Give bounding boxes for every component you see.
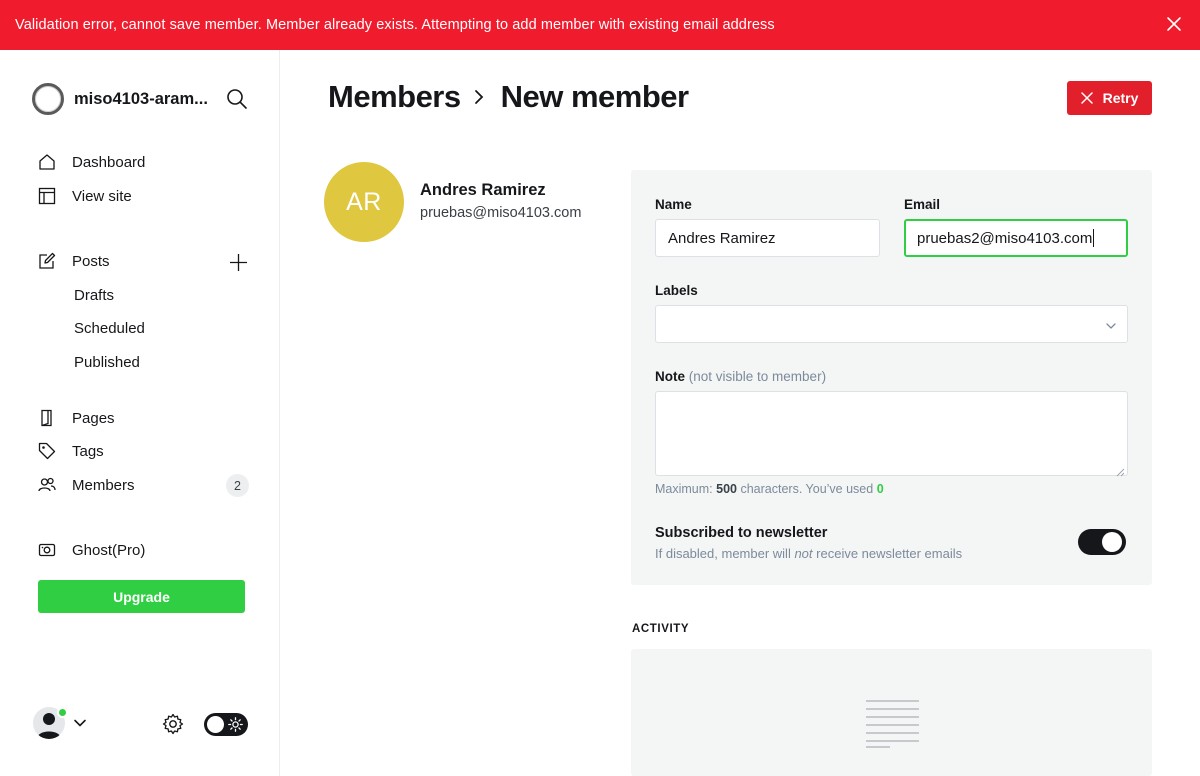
activity-panel: [631, 649, 1152, 776]
note-hint: (not visible to member): [688, 369, 827, 384]
max-count: 500: [716, 482, 737, 496]
name-field[interactable]: Andres Ramirez: [655, 219, 880, 257]
resize-handle-icon[interactable]: [1116, 464, 1125, 477]
note-label-text: Note: [655, 369, 685, 384]
sidebar-item-scheduled[interactable]: Scheduled: [74, 320, 145, 337]
newsletter-desc-pre: If disabled, member will: [655, 546, 791, 561]
toggle-knob: [207, 716, 224, 733]
sidebar-item-tags[interactable]: Tags: [38, 442, 104, 460]
sidebar-item-dashboard[interactable]: Dashboard: [38, 153, 145, 171]
newsletter-toggle[interactable]: [1078, 529, 1126, 555]
hint-middle: characters. You’ve used: [740, 482, 874, 496]
sidebar-item-posts[interactable]: Posts: [38, 252, 110, 270]
sidebar-item-label: View site: [72, 187, 132, 205]
retry-button[interactable]: Retry: [1067, 81, 1152, 115]
document-lines-icon: [864, 699, 920, 749]
members-icon: [38, 476, 56, 494]
members-count-badge: 2: [226, 474, 249, 497]
sidebar-item-drafts[interactable]: Drafts: [74, 287, 114, 304]
site-name: miso4103-aram...: [74, 89, 208, 108]
sidebar-item-pages[interactable]: Pages: [38, 409, 115, 427]
chevron-right-icon: [471, 89, 487, 105]
page-title: Members New member: [328, 79, 689, 115]
add-post-icon[interactable]: [229, 253, 248, 272]
note-textarea[interactable]: [655, 391, 1128, 477]
pages-icon: [38, 409, 56, 427]
member-name: Andres Ramirez: [420, 181, 546, 199]
name-label: Name: [655, 197, 692, 212]
error-banner: Validation error, cannot save member. Me…: [0, 0, 1200, 50]
email-field[interactable]: pruebas2@miso4103.com: [904, 219, 1128, 257]
activity-heading: ACTIVITY: [632, 623, 690, 635]
hint-prefix: Maximum:: [655, 482, 713, 496]
site-switcher[interactable]: miso4103-aram...: [32, 83, 208, 115]
note-label: Note (not visible to member): [655, 369, 826, 384]
ghost-pro-icon: [38, 541, 56, 559]
member-form-card: Name Andres Ramirez Email pruebas2@miso4…: [631, 170, 1152, 585]
close-icon: [1080, 92, 1093, 104]
sidebar-item-members[interactable]: Members: [38, 476, 135, 494]
breadcrumb-members[interactable]: Members: [328, 79, 461, 115]
tag-icon: [38, 442, 56, 460]
sidebar-item-label: Posts: [72, 252, 110, 270]
sidebar-item-label: Pages: [72, 409, 115, 427]
upgrade-button[interactable]: Upgrade: [38, 580, 245, 613]
theme-toggle[interactable]: [204, 713, 248, 736]
pencil-icon: [38, 252, 56, 270]
sidebar-item-label: Members: [72, 476, 135, 494]
text-cursor: [1093, 229, 1095, 247]
used-count: 0: [876, 482, 884, 496]
sidebar: miso4103-aram... Dashboard View site Pos…: [0, 50, 280, 776]
sidebar-item-label: Tags: [72, 442, 104, 460]
sidebar-item-view-site[interactable]: View site: [38, 187, 132, 205]
layout-icon: [38, 187, 56, 205]
newsletter-title: Subscribed to newsletter: [655, 525, 828, 541]
close-icon[interactable]: [1166, 16, 1182, 32]
chevron-down-icon: [1105, 319, 1117, 331]
home-icon: [38, 153, 56, 171]
email-value: pruebas2@miso4103.com: [917, 229, 1093, 247]
sidebar-item-label: Dashboard: [72, 153, 146, 171]
member-email: pruebas@miso4103.com: [420, 205, 582, 221]
newsletter-desc-post: receive newsletter emails: [816, 546, 963, 561]
sidebar-item-ghost-pro[interactable]: Ghost(Pro): [38, 541, 145, 559]
sun-icon: [228, 717, 243, 732]
retry-label: Retry: [1102, 90, 1139, 106]
toggle-knob: [1102, 532, 1122, 552]
newsletter-desc-em: not: [794, 546, 813, 561]
online-status-dot: [57, 707, 68, 718]
email-label: Email: [904, 197, 941, 212]
newsletter-description: If disabled, member will not receive new…: [655, 546, 962, 561]
note-character-hint: Maximum: 500 characters. You’ve used 0: [655, 482, 884, 496]
member-avatar: AR: [324, 162, 404, 242]
labels-select[interactable]: [655, 305, 1128, 343]
sidebar-item-label: Ghost(Pro): [72, 541, 146, 559]
chevron-down-icon[interactable]: [73, 716, 87, 730]
search-icon[interactable]: [226, 88, 248, 110]
gear-icon[interactable]: [162, 713, 184, 735]
breadcrumb-current: New member: [500, 79, 689, 114]
sidebar-item-published[interactable]: Published: [74, 354, 140, 371]
site-logo: [32, 83, 64, 115]
name-value: Andres Ramirez: [668, 229, 776, 247]
error-message: Validation error, cannot save member. Me…: [15, 17, 775, 33]
labels-label: Labels: [655, 283, 698, 298]
